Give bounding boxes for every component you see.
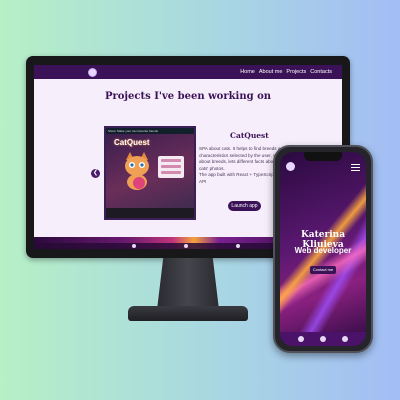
phone-notch xyxy=(304,152,342,161)
nav-home[interactable]: Home xyxy=(240,68,255,76)
monitor-stand-neck xyxy=(157,258,219,310)
logo-icon[interactable] xyxy=(88,68,97,77)
project-name: CatQuest xyxy=(230,131,269,140)
project-thumbnail[interactable]: Show: Make your own favorite friends Cat… xyxy=(104,126,196,220)
nav-projects[interactable]: Projects xyxy=(286,68,306,76)
phone-device: Katerina Kliuieva Web developer Contact … xyxy=(273,145,373,353)
logo-icon[interactable] xyxy=(286,162,295,171)
hamburger-menu-icon[interactable] xyxy=(351,164,360,171)
thumb-footer xyxy=(106,208,194,218)
phone-footer xyxy=(280,332,366,346)
github-icon[interactable] xyxy=(132,244,136,248)
telegram-icon[interactable] xyxy=(236,244,240,248)
hero-role: Web developer xyxy=(294,246,352,255)
linkedin-icon[interactable] xyxy=(184,244,188,248)
contact-me-button[interactable]: Contact me xyxy=(310,266,336,274)
nav-about[interactable]: About me xyxy=(259,68,283,76)
thumb-hero: CatQuest xyxy=(106,134,194,210)
nav-links: Home About me Projects Contacts xyxy=(240,68,332,76)
linkedin-icon[interactable] xyxy=(320,336,326,342)
github-icon[interactable] xyxy=(298,336,304,342)
phone-screen: Katerina Kliuieva Web developer Contact … xyxy=(280,152,366,346)
telegram-icon[interactable] xyxy=(342,336,348,342)
thumb-panel xyxy=(158,156,184,178)
nav-contacts[interactable]: Contacts xyxy=(310,68,332,76)
monitor-stand-base xyxy=(128,306,248,321)
section-title: Projects I've been working on xyxy=(104,91,272,102)
thumb-title: CatQuest xyxy=(114,138,150,147)
chevron-left-icon[interactable]: ❮ xyxy=(91,169,100,178)
navbar: Home About me Projects Contacts xyxy=(34,65,342,79)
launch-app-button[interactable]: Launch app xyxy=(228,201,261,211)
cat-illustration-icon xyxy=(125,152,149,190)
